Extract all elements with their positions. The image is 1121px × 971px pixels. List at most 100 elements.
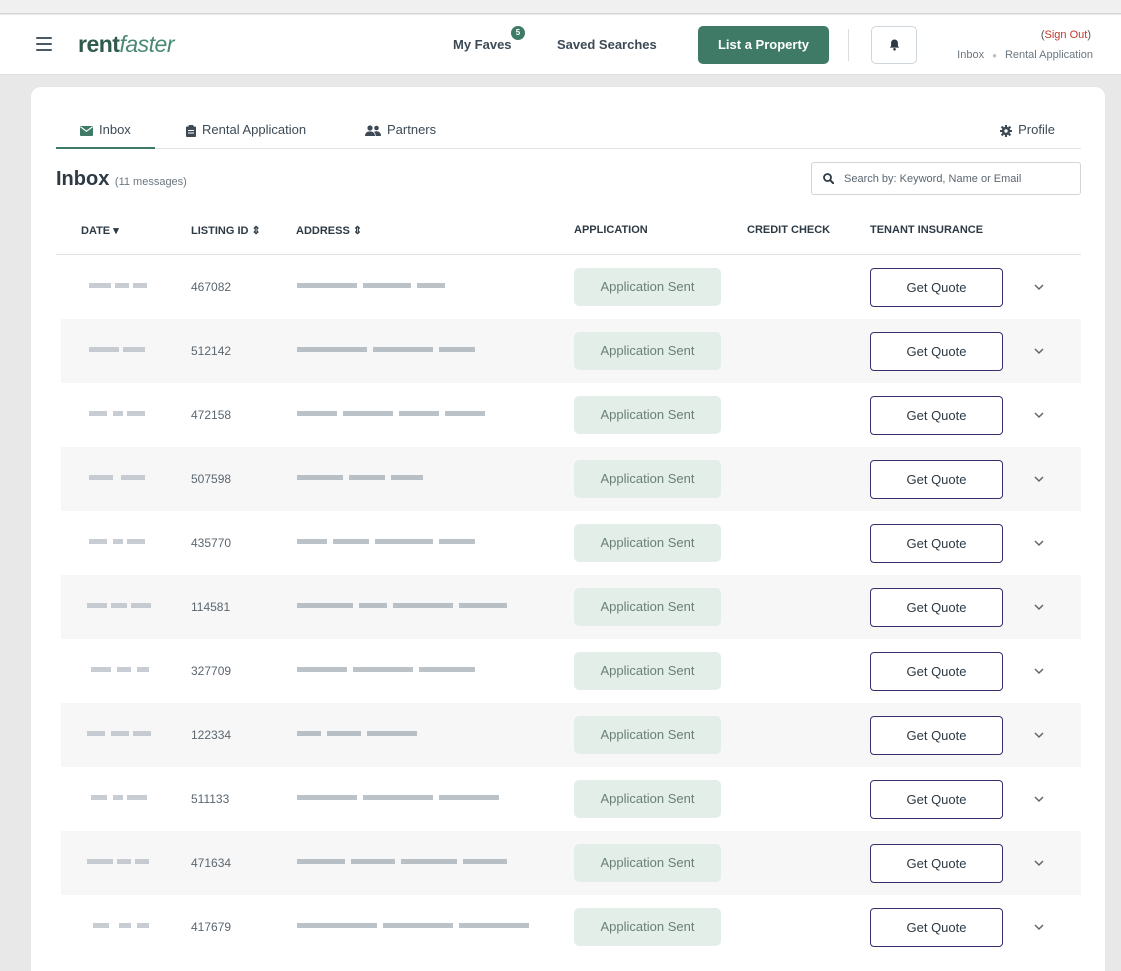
date-cell-redacted bbox=[87, 473, 153, 483]
my-faves-link[interactable]: My Faves bbox=[453, 37, 512, 52]
table-row[interactable]: 467082 Application Sent Get Quote bbox=[61, 255, 1081, 319]
address-column-header[interactable]: ADDRESS ⇕ bbox=[296, 224, 362, 237]
get-quote-button[interactable]: Get Quote bbox=[870, 268, 1003, 307]
users-icon bbox=[365, 125, 381, 137]
chevron-down-icon[interactable] bbox=[1033, 473, 1045, 485]
search-input[interactable] bbox=[844, 164, 1074, 193]
table-row[interactable]: 507598 Application Sent Get Quote bbox=[61, 447, 1081, 511]
application-sent-button[interactable]: Application Sent bbox=[574, 524, 721, 562]
chevron-down-icon[interactable] bbox=[1033, 665, 1045, 677]
get-quote-button[interactable]: Get Quote bbox=[870, 332, 1003, 371]
table-row[interactable]: 327709 Application Sent Get Quote bbox=[61, 639, 1081, 703]
sort-icon: ⇕ bbox=[251, 225, 261, 237]
breadcrumb-inbox[interactable]: Inbox bbox=[957, 49, 984, 61]
get-quote-button[interactable]: Get Quote bbox=[870, 908, 1003, 947]
address-cell-redacted bbox=[297, 537, 527, 547]
listing-id-cell: 122334 bbox=[191, 728, 232, 742]
application-sent-button[interactable]: Application Sent bbox=[574, 716, 721, 754]
faves-count-badge: 5 bbox=[511, 26, 525, 40]
listing-id-cell: 327709 bbox=[191, 664, 232, 678]
chevron-down-icon[interactable] bbox=[1033, 793, 1045, 805]
chevron-down-icon[interactable] bbox=[1033, 537, 1045, 549]
tab-rental-application[interactable]: Rental Application bbox=[162, 110, 330, 149]
get-quote-button[interactable]: Get Quote bbox=[870, 524, 1003, 563]
rentfaster-logo[interactable]: rentfaster bbox=[78, 31, 174, 58]
date-cell-redacted bbox=[87, 857, 153, 867]
get-quote-button[interactable]: Get Quote bbox=[870, 780, 1003, 819]
chevron-down-icon[interactable] bbox=[1033, 857, 1045, 869]
listing-id-cell: 471634 bbox=[191, 856, 232, 870]
application-sent-button[interactable]: Application Sent bbox=[574, 652, 721, 690]
date-cell-redacted bbox=[87, 345, 153, 355]
application-sent-button[interactable]: Application Sent bbox=[574, 908, 721, 946]
application-sent-button[interactable]: Application Sent bbox=[574, 460, 721, 498]
application-sent-button[interactable]: Application Sent bbox=[574, 268, 721, 306]
address-cell-redacted bbox=[297, 857, 527, 867]
application-sent-button[interactable]: Application Sent bbox=[574, 396, 721, 434]
listing-id-cell: 114581 bbox=[191, 600, 231, 614]
tab-inbox[interactable]: Inbox bbox=[56, 110, 155, 149]
address-cell-redacted bbox=[297, 729, 527, 739]
inbox-card: Inbox Rental Application Partners Profil… bbox=[31, 87, 1105, 971]
application-sent-button[interactable]: Application Sent bbox=[574, 780, 721, 818]
chevron-down-icon[interactable] bbox=[1033, 281, 1045, 293]
date-cell-redacted bbox=[87, 921, 153, 931]
address-cell-redacted bbox=[297, 601, 527, 611]
chevron-down-icon[interactable] bbox=[1033, 601, 1045, 613]
message-count: (11 messages) bbox=[114, 176, 187, 188]
page-title: Inbox (11 messages) bbox=[56, 168, 187, 190]
breadcrumb: Inbox ● Rental Application bbox=[957, 49, 1093, 61]
notifications-button[interactable] bbox=[871, 26, 917, 64]
sort-icon: ⇕ bbox=[352, 225, 363, 237]
credit-check-column-header: CREDIT CHECK bbox=[747, 224, 831, 236]
get-quote-button[interactable]: Get Quote bbox=[870, 652, 1003, 691]
address-cell-redacted bbox=[297, 345, 527, 355]
get-quote-button[interactable]: Get Quote bbox=[870, 716, 1003, 755]
address-cell-redacted bbox=[297, 409, 527, 419]
get-quote-button[interactable]: Get Quote bbox=[870, 844, 1003, 883]
listing-id-cell: 467082 bbox=[191, 280, 232, 294]
date-cell-redacted bbox=[87, 793, 153, 803]
table-row[interactable]: 472158 Application Sent Get Quote bbox=[61, 383, 1081, 447]
get-quote-button[interactable]: Get Quote bbox=[870, 396, 1003, 435]
table-row[interactable]: 435770 Application Sent Get Quote bbox=[61, 511, 1081, 575]
chevron-down-icon[interactable] bbox=[1033, 409, 1045, 421]
chevron-down-icon[interactable] bbox=[1033, 345, 1045, 357]
table-row[interactable]: 417679 Application Sent Get Quote bbox=[61, 895, 1081, 959]
listing-id-column-header[interactable]: LISTING ID ⇕ bbox=[191, 224, 261, 237]
gear-icon bbox=[1000, 124, 1013, 137]
application-sent-button[interactable]: Application Sent bbox=[574, 588, 721, 626]
date-column-header[interactable]: DATE ▾ bbox=[81, 224, 119, 237]
address-cell-redacted bbox=[297, 921, 529, 931]
site-header: rentfaster My Faves 5 Saved Searches Lis… bbox=[0, 15, 1121, 75]
get-quote-button[interactable]: Get Quote bbox=[870, 460, 1003, 499]
application-sent-button[interactable]: Application Sent bbox=[574, 332, 721, 370]
listing-id-cell: 472158 bbox=[191, 408, 232, 422]
table-row[interactable]: 512142 Application Sent Get Quote bbox=[61, 319, 1081, 383]
listing-id-cell: 512142 bbox=[191, 344, 232, 358]
application-sent-button[interactable]: Application Sent bbox=[574, 844, 721, 882]
date-cell-redacted bbox=[87, 281, 153, 291]
table-row[interactable]: 471634 Application Sent Get Quote bbox=[61, 831, 1081, 895]
envelope-icon bbox=[80, 125, 93, 136]
get-quote-button[interactable]: Get Quote bbox=[870, 588, 1003, 627]
date-cell-redacted bbox=[87, 409, 153, 419]
table-row[interactable]: 114581 Application Sent Get Quote bbox=[61, 575, 1081, 639]
search-icon bbox=[823, 173, 834, 184]
sign-out-area: (Sign Out) bbox=[1040, 29, 1091, 41]
profile-link[interactable]: Profile bbox=[1000, 110, 1081, 149]
search-box bbox=[811, 162, 1081, 195]
application-column-header: APPLICATION bbox=[574, 224, 648, 236]
messages-table-body: 467082 Application Sent Get Quote 512142… bbox=[61, 255, 1081, 959]
saved-searches-link[interactable]: Saved Searches bbox=[557, 37, 657, 52]
chevron-down-icon[interactable] bbox=[1033, 921, 1045, 933]
table-row[interactable]: 511133 Application Sent Get Quote bbox=[61, 767, 1081, 831]
table-row[interactable]: 122334 Application Sent Get Quote bbox=[61, 703, 1081, 767]
hamburger-menu-icon[interactable] bbox=[36, 37, 52, 51]
listing-id-cell: 511133 bbox=[191, 792, 230, 806]
breadcrumb-rental-application[interactable]: Rental Application bbox=[1005, 49, 1093, 61]
list-property-button[interactable]: List a Property bbox=[698, 26, 829, 64]
tab-partners[interactable]: Partners bbox=[341, 110, 460, 149]
sign-out-link[interactable]: Sign Out bbox=[1045, 29, 1088, 41]
chevron-down-icon[interactable] bbox=[1033, 729, 1045, 741]
